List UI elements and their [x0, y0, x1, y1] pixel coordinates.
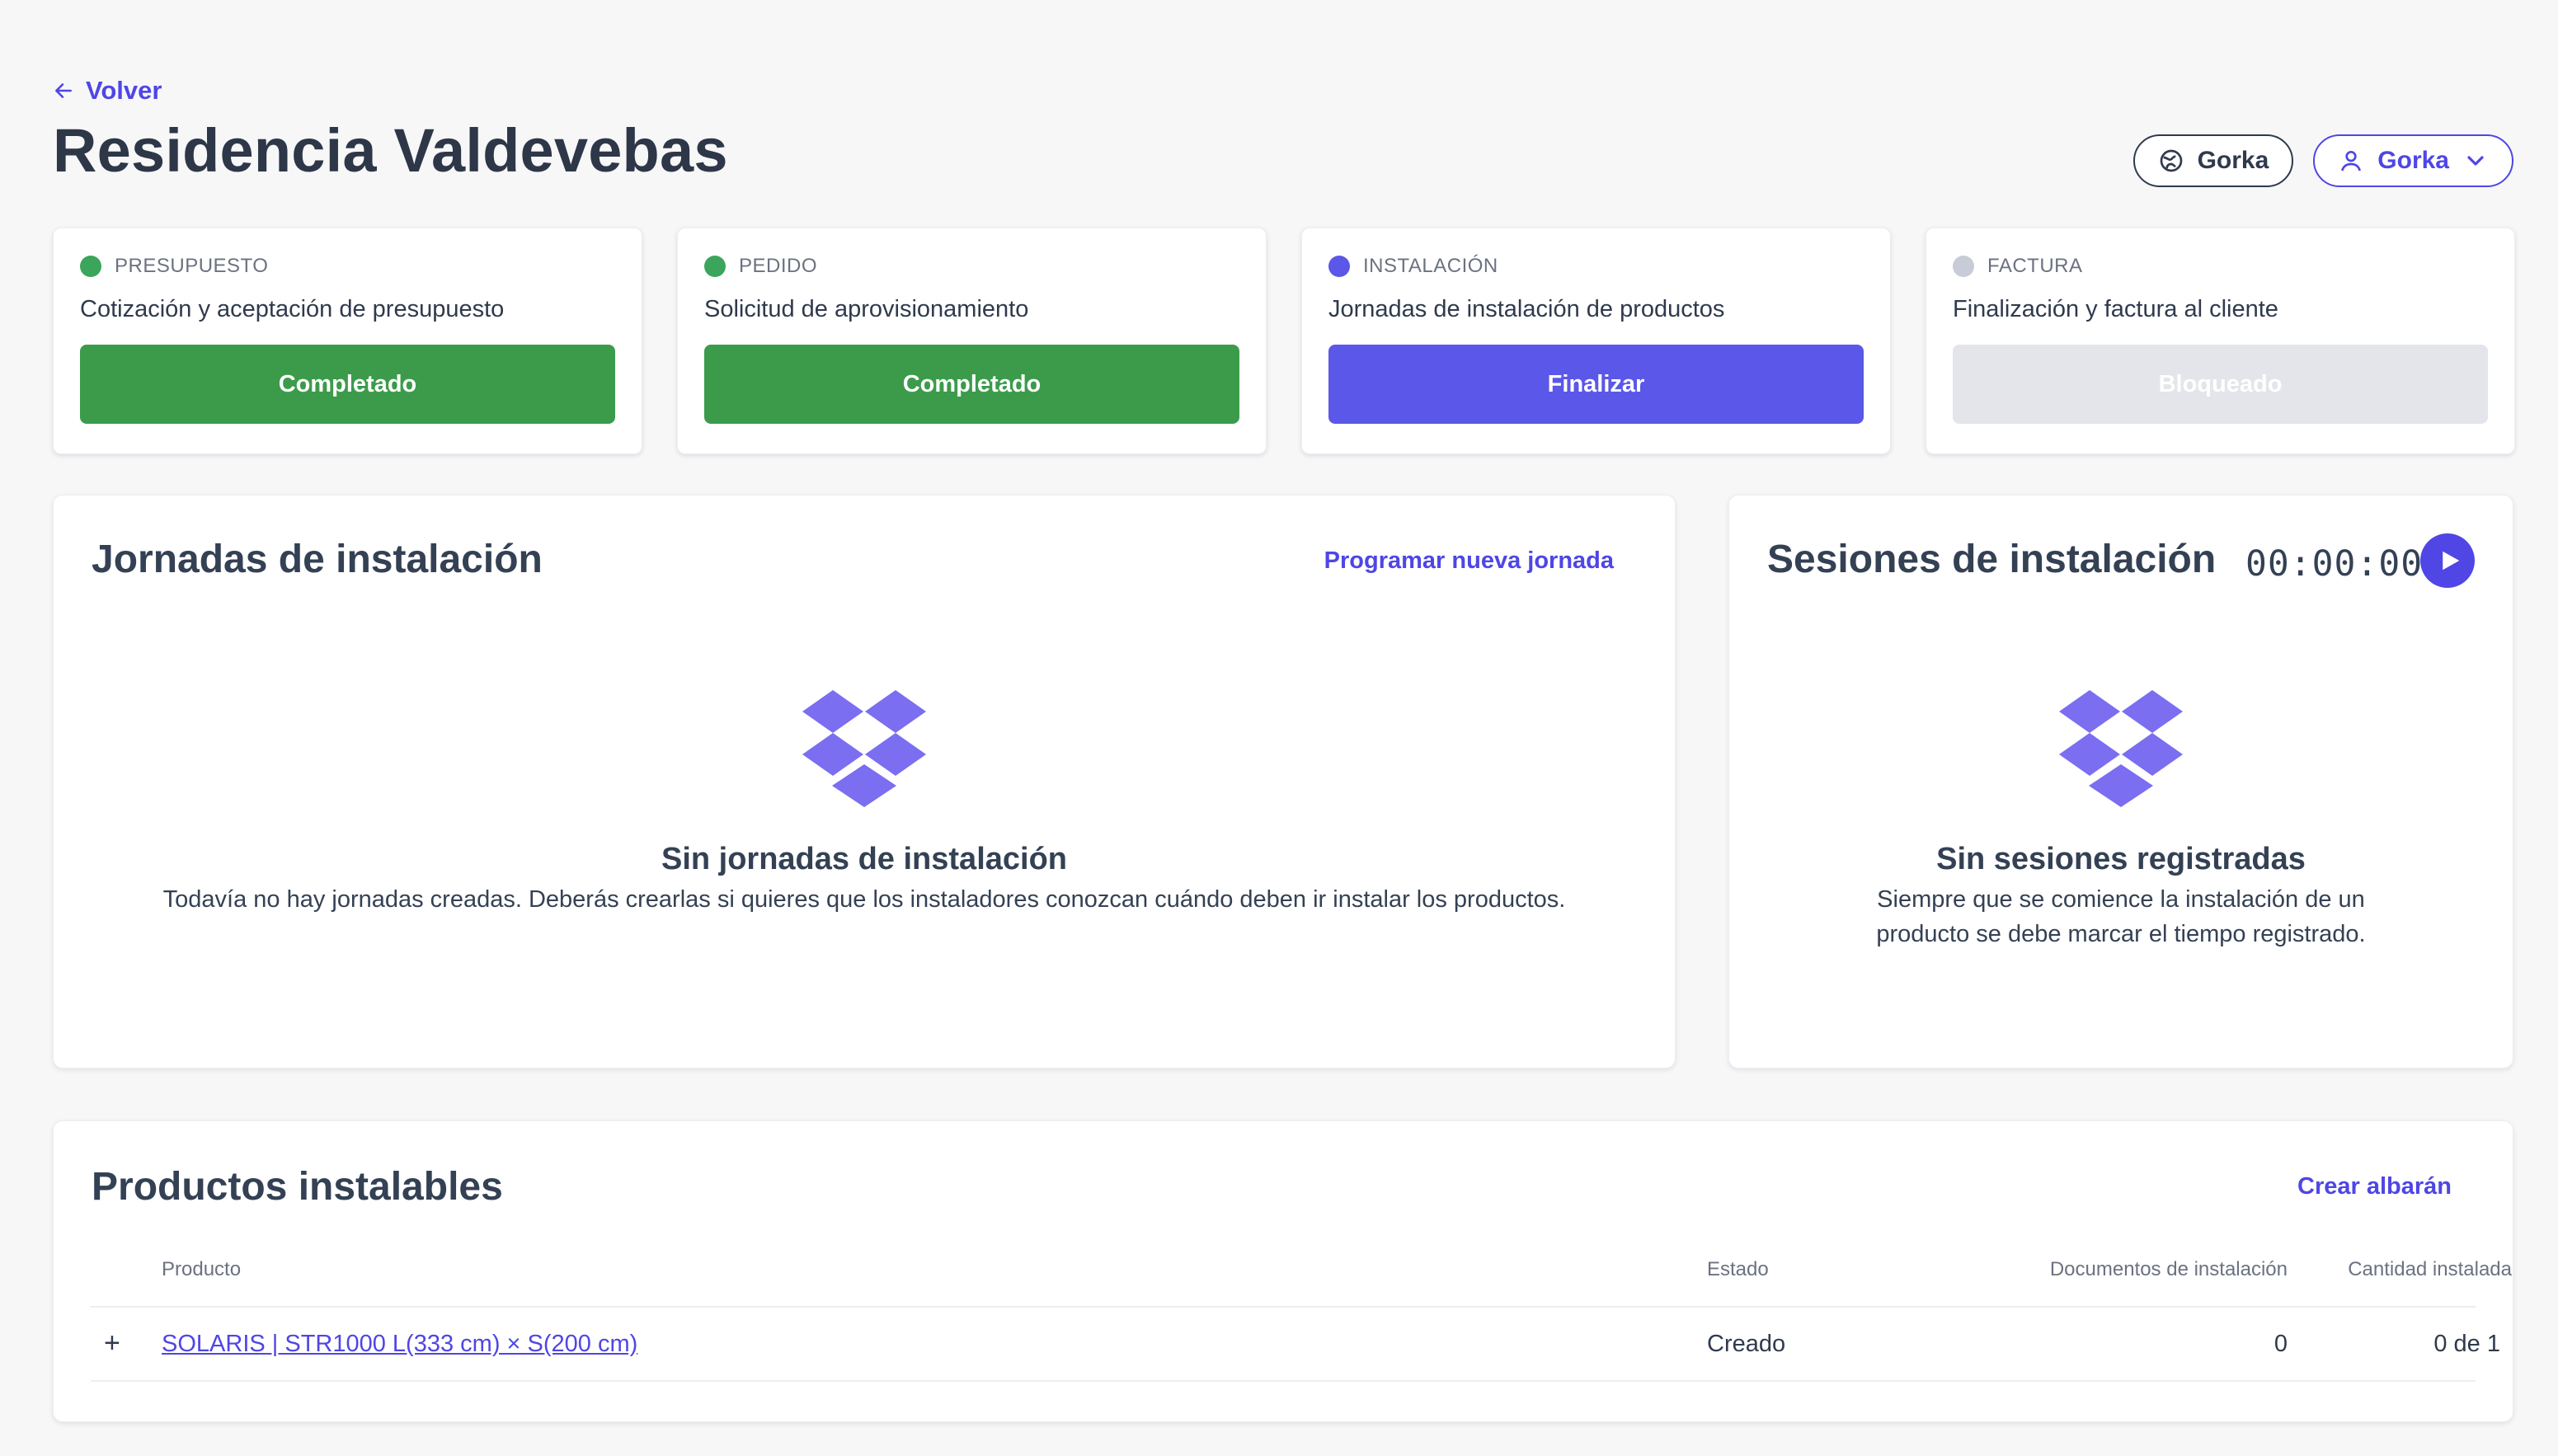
page: Volver Residencia Valdevebas Gorka Gorka…	[53, 0, 2515, 1456]
step-completed-button[interactable]: Completado	[80, 345, 615, 424]
arrow-left-icon	[55, 83, 72, 98]
create-albaran-link[interactable]: Crear albarán	[2297, 1173, 2452, 1200]
jornadas-title: Jornadas de instalación	[92, 538, 543, 581]
status-dot	[80, 256, 101, 277]
step-card-factura: FACTURA Finalización y factura al client…	[1926, 228, 2515, 454]
dropbox-icon	[2059, 690, 2183, 807]
user-menu-button[interactable]: Gorka	[2313, 134, 2513, 187]
org-button[interactable]: Gorka	[2132, 134, 2294, 187]
productos-title: Productos instalables	[92, 1165, 503, 1209]
back-link-label: Volver	[86, 76, 162, 105]
back-link[interactable]: Volver	[53, 76, 162, 106]
sesiones-empty-text-line1: Siempre que se comience la instalación d…	[1877, 886, 2365, 913]
user-menu-label: Gorka	[2377, 147, 2449, 174]
product-documents-count: 0	[2274, 1331, 2288, 1357]
dropbox-icon	[802, 690, 926, 807]
step-card-presupuesto: PRESUPUESTO Cotización y aceptación de p…	[53, 228, 642, 454]
step-description: Finalización y factura al cliente	[1953, 296, 2278, 322]
product-installed-quantity: 0 de 1	[2433, 1331, 2500, 1357]
finalize-button[interactable]: Finalizar	[1328, 345, 1864, 424]
chevron-down-icon	[2467, 156, 2484, 166]
status-dot	[1953, 256, 1974, 277]
step-label: PEDIDO	[739, 255, 818, 277]
step-label: FACTURA	[1987, 255, 2083, 277]
jornadas-empty-title: Sin jornadas de instalación	[661, 842, 1067, 876]
play-icon	[2442, 551, 2459, 571]
blocked-button[interactable]: Bloqueado	[1953, 345, 2488, 424]
sesiones-title: Sesiones de instalación	[1767, 538, 2217, 581]
workflow-steps: PRESUPUESTO Cotización y aceptación de p…	[53, 228, 2515, 454]
page-title: Residencia Valdevebas	[53, 116, 728, 185]
step-description: Cotización y aceptación de presupuesto	[80, 296, 505, 322]
user-icon	[2341, 151, 2362, 171]
step-label: INSTALACIÓN	[1363, 255, 1498, 277]
sesiones-empty-state: Sin sesiones registradas Siempre que se …	[1729, 690, 2513, 951]
start-timer-button[interactable]	[2420, 533, 2475, 588]
product-link[interactable]: SOLARIS | STR1000 L(333 cm) × S(200 cm)	[162, 1331, 637, 1358]
org-button-label: Gorka	[2197, 147, 2269, 174]
sesiones-empty-text-line2: producto se debe marcar el tiempo regist…	[1876, 921, 2366, 947]
step-card-pedido: PEDIDO Solicitud de aprovisionamiento Co…	[677, 228, 1267, 454]
status-dot	[1328, 256, 1350, 277]
jornadas-panel: Jornadas de instalación Programar nueva …	[53, 495, 1676, 1069]
step-label: PRESUPUESTO	[115, 255, 269, 277]
column-header-estado: Estado	[1707, 1258, 1769, 1280]
session-timer: 00:00:00	[2245, 543, 2424, 585]
header-actions: Gorka Gorka	[2132, 134, 2513, 187]
jornadas-empty-state: Sin jornadas de instalación Todavía no h…	[54, 690, 1675, 917]
globe-icon	[2160, 149, 2182, 172]
schedule-jornada-link[interactable]: Programar nueva jornada	[1324, 547, 1614, 575]
step-description: Jornadas de instalación de productos	[1328, 296, 1725, 322]
sesiones-empty-title: Sin sesiones registradas	[1936, 842, 2306, 876]
table-header-divider	[91, 1306, 2476, 1308]
expand-row-button[interactable]: +	[104, 1327, 120, 1360]
table-row-divider	[91, 1380, 2476, 1382]
step-completed-button[interactable]: Completado	[704, 345, 1239, 424]
step-card-instalacion: INSTALACIÓN Jornadas de instalación de p…	[1301, 228, 1891, 454]
sesiones-panel: Sesiones de instalación 00:00:00 Sin ses…	[1728, 495, 2513, 1069]
jornadas-empty-text: Todavía no hay jornadas creadas. Deberás…	[162, 886, 1566, 913]
sesiones-empty-text: Siempre que se comience la instalación d…	[1729, 882, 2513, 951]
column-header-producto: Producto	[162, 1258, 242, 1280]
column-header-documentos: Documentos de instalación	[2049, 1258, 2288, 1280]
status-dot	[704, 256, 726, 277]
column-header-cantidad: Cantidad instalada	[2348, 1258, 2512, 1280]
product-status: Creado	[1707, 1331, 1786, 1357]
step-description: Solicitud de aprovisionamiento	[704, 296, 1029, 322]
